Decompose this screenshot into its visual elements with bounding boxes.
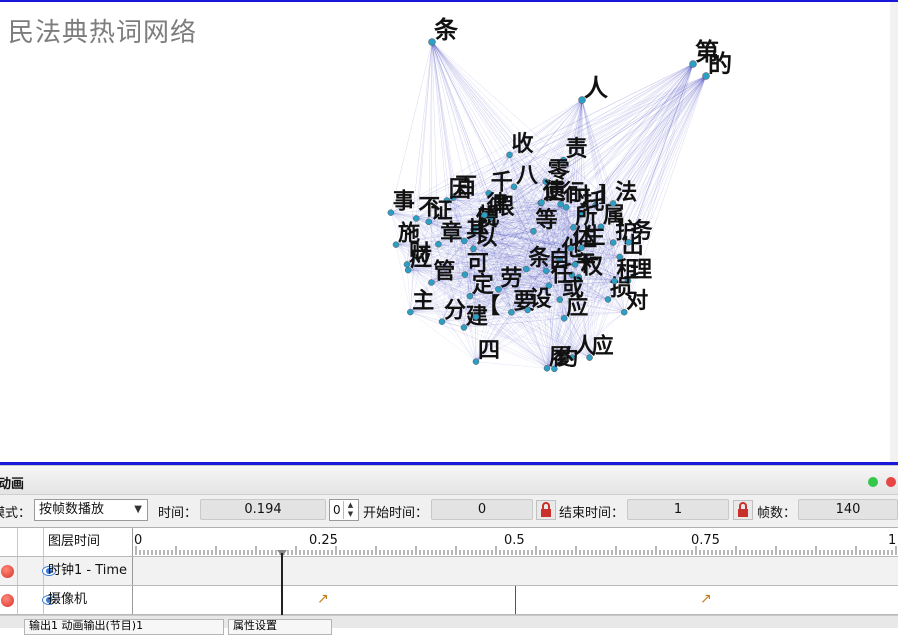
panel-header: 动画 <box>0 466 898 495</box>
node-label: 应 <box>566 294 588 320</box>
panel-title: 动画 <box>0 473 24 492</box>
tick-label: 0 <box>134 533 142 548</box>
start-time-field[interactable]: 0 <box>431 499 533 520</box>
tick-label: 0.5 <box>504 533 525 548</box>
start-time-label: 开始时间： <box>363 502 428 521</box>
keyframe-curve-icon[interactable]: ↗ <box>317 591 329 607</box>
viewport-scrollbar[interactable] <box>890 2 898 462</box>
node-label: 法 <box>615 179 637 205</box>
node-label: 履 <box>549 344 571 370</box>
end-time-field[interactable]: 1 <box>627 499 729 520</box>
node-label: 四 <box>478 338 500 364</box>
layer-row-clock[interactable]: 时钟1 - Time <box>0 557 898 586</box>
node-label: 主 <box>412 288 434 314</box>
time-spinner[interactable]: 0 ▲▼ <box>329 499 359 521</box>
node-label: 定 <box>472 272 494 298</box>
time-label: 时间： <box>158 502 197 521</box>
edge <box>596 76 706 205</box>
edge <box>432 42 510 155</box>
start-lock-icon[interactable] <box>536 500 556 520</box>
mode-select-value: 按帧数播放 <box>39 502 104 517</box>
timeline: 图层时间 0 0.25 0.5 0.75 1 时钟1 - Time 摄像机 ↗ <box>0 527 898 629</box>
node-label: 事 <box>393 189 415 215</box>
animation-controls: 模式： 按帧数播放 ▼ 时间： 0.194 0 ▲▼ 开始时间： 0 结束时间：… <box>0 497 898 523</box>
tick-label: 0.25 <box>309 533 338 548</box>
segment-divider <box>515 586 516 614</box>
tick-label: 1 <box>888 533 896 548</box>
node-label: 证 <box>431 198 453 224</box>
node-label: 律 <box>487 191 509 217</box>
node-label: 行 <box>562 180 585 206</box>
end-lock-icon[interactable] <box>733 500 753 520</box>
animation-panel: 动画 模式： 按帧数播放 ▼ 时间： 0.194 0 ▲▼ 开始时间： 0 结束… <box>0 465 898 628</box>
map-viewport[interactable]: 百干建权或]【责他应对任规属不限理人事条千债约八律以可使出损自要务时等其应施零劳… <box>0 2 898 462</box>
record-icon[interactable] <box>1 594 14 607</box>
playhead[interactable] <box>281 553 283 617</box>
node-label: 的 <box>708 49 732 78</box>
spin-arrows-icon[interactable]: ▲▼ <box>343 501 357 519</box>
node-label: 等 <box>535 207 557 233</box>
tick-label: 0.75 <box>691 533 720 548</box>
node-label: 人 <box>584 73 608 102</box>
properties-tab[interactable]: 属性设置 <box>228 619 332 635</box>
node-label: 收 <box>512 131 534 157</box>
mode-select[interactable]: 按帧数播放 ▼ <box>34 499 148 521</box>
record-icon[interactable] <box>1 565 14 578</box>
node-label: 体 <box>573 224 596 250</box>
layer-track[interactable] <box>134 557 898 585</box>
node-label: 管 <box>433 258 455 284</box>
node-label: 劳 <box>500 265 522 291</box>
node-label: 其 <box>466 217 488 243</box>
chevron-down-icon: ▼ <box>134 500 142 520</box>
node-label: 章 <box>440 220 462 246</box>
layer-name: 摄像机 <box>44 586 133 614</box>
node-label: 应 <box>592 334 614 360</box>
time-field[interactable]: 0.194 <box>200 499 326 520</box>
timeline-header: 图层时间 <box>44 528 133 556</box>
frames-label: 帧数： <box>757 502 796 521</box>
maximize-button[interactable] <box>868 477 878 487</box>
node-label: 租 <box>616 257 638 283</box>
edge <box>391 42 432 213</box>
node-label: 分 <box>444 298 466 324</box>
layer-row-camera[interactable]: 摄像机 ↗ ↗ <box>0 586 898 615</box>
output-tab[interactable]: 输出1 动画输出(节目)1 <box>24 619 224 635</box>
keyframe-curve-icon[interactable]: ↗ <box>700 591 712 607</box>
frames-field[interactable]: 140 <box>798 499 898 520</box>
time-ruler[interactable]: 0 0.25 0.5 0.75 1 <box>134 528 898 556</box>
close-button[interactable] <box>886 477 896 487</box>
node-label: 八 <box>516 163 539 189</box>
end-time-label: 结束时间： <box>559 502 624 521</box>
word-network-graph[interactable]: 百干建权或]【责他应对任规属不限理人事条千债约八律以可使出损自要务时等其应施零劳… <box>0 2 898 462</box>
node-label: 条 <box>434 15 459 44</box>
node-label: 护 <box>615 219 637 245</box>
layer-name: 时钟1 - Time <box>44 557 133 585</box>
mode-label: 模式： <box>0 502 31 521</box>
node-label: 自 <box>548 247 570 273</box>
node-label: 财 <box>409 240 431 266</box>
node-label: 设 <box>530 286 552 312</box>
viewport-title: 民法典热词网络 <box>8 12 197 49</box>
bottom-tab-bar: 输出1 动画输出(节目)1 属性设置 <box>0 615 898 628</box>
timeline-ruler-row: 图层时间 0 0.25 0.5 0.75 1 <box>0 528 898 557</box>
layer-track[interactable]: ↗ ↗ <box>134 586 898 614</box>
spin-value: 0 <box>333 503 341 517</box>
